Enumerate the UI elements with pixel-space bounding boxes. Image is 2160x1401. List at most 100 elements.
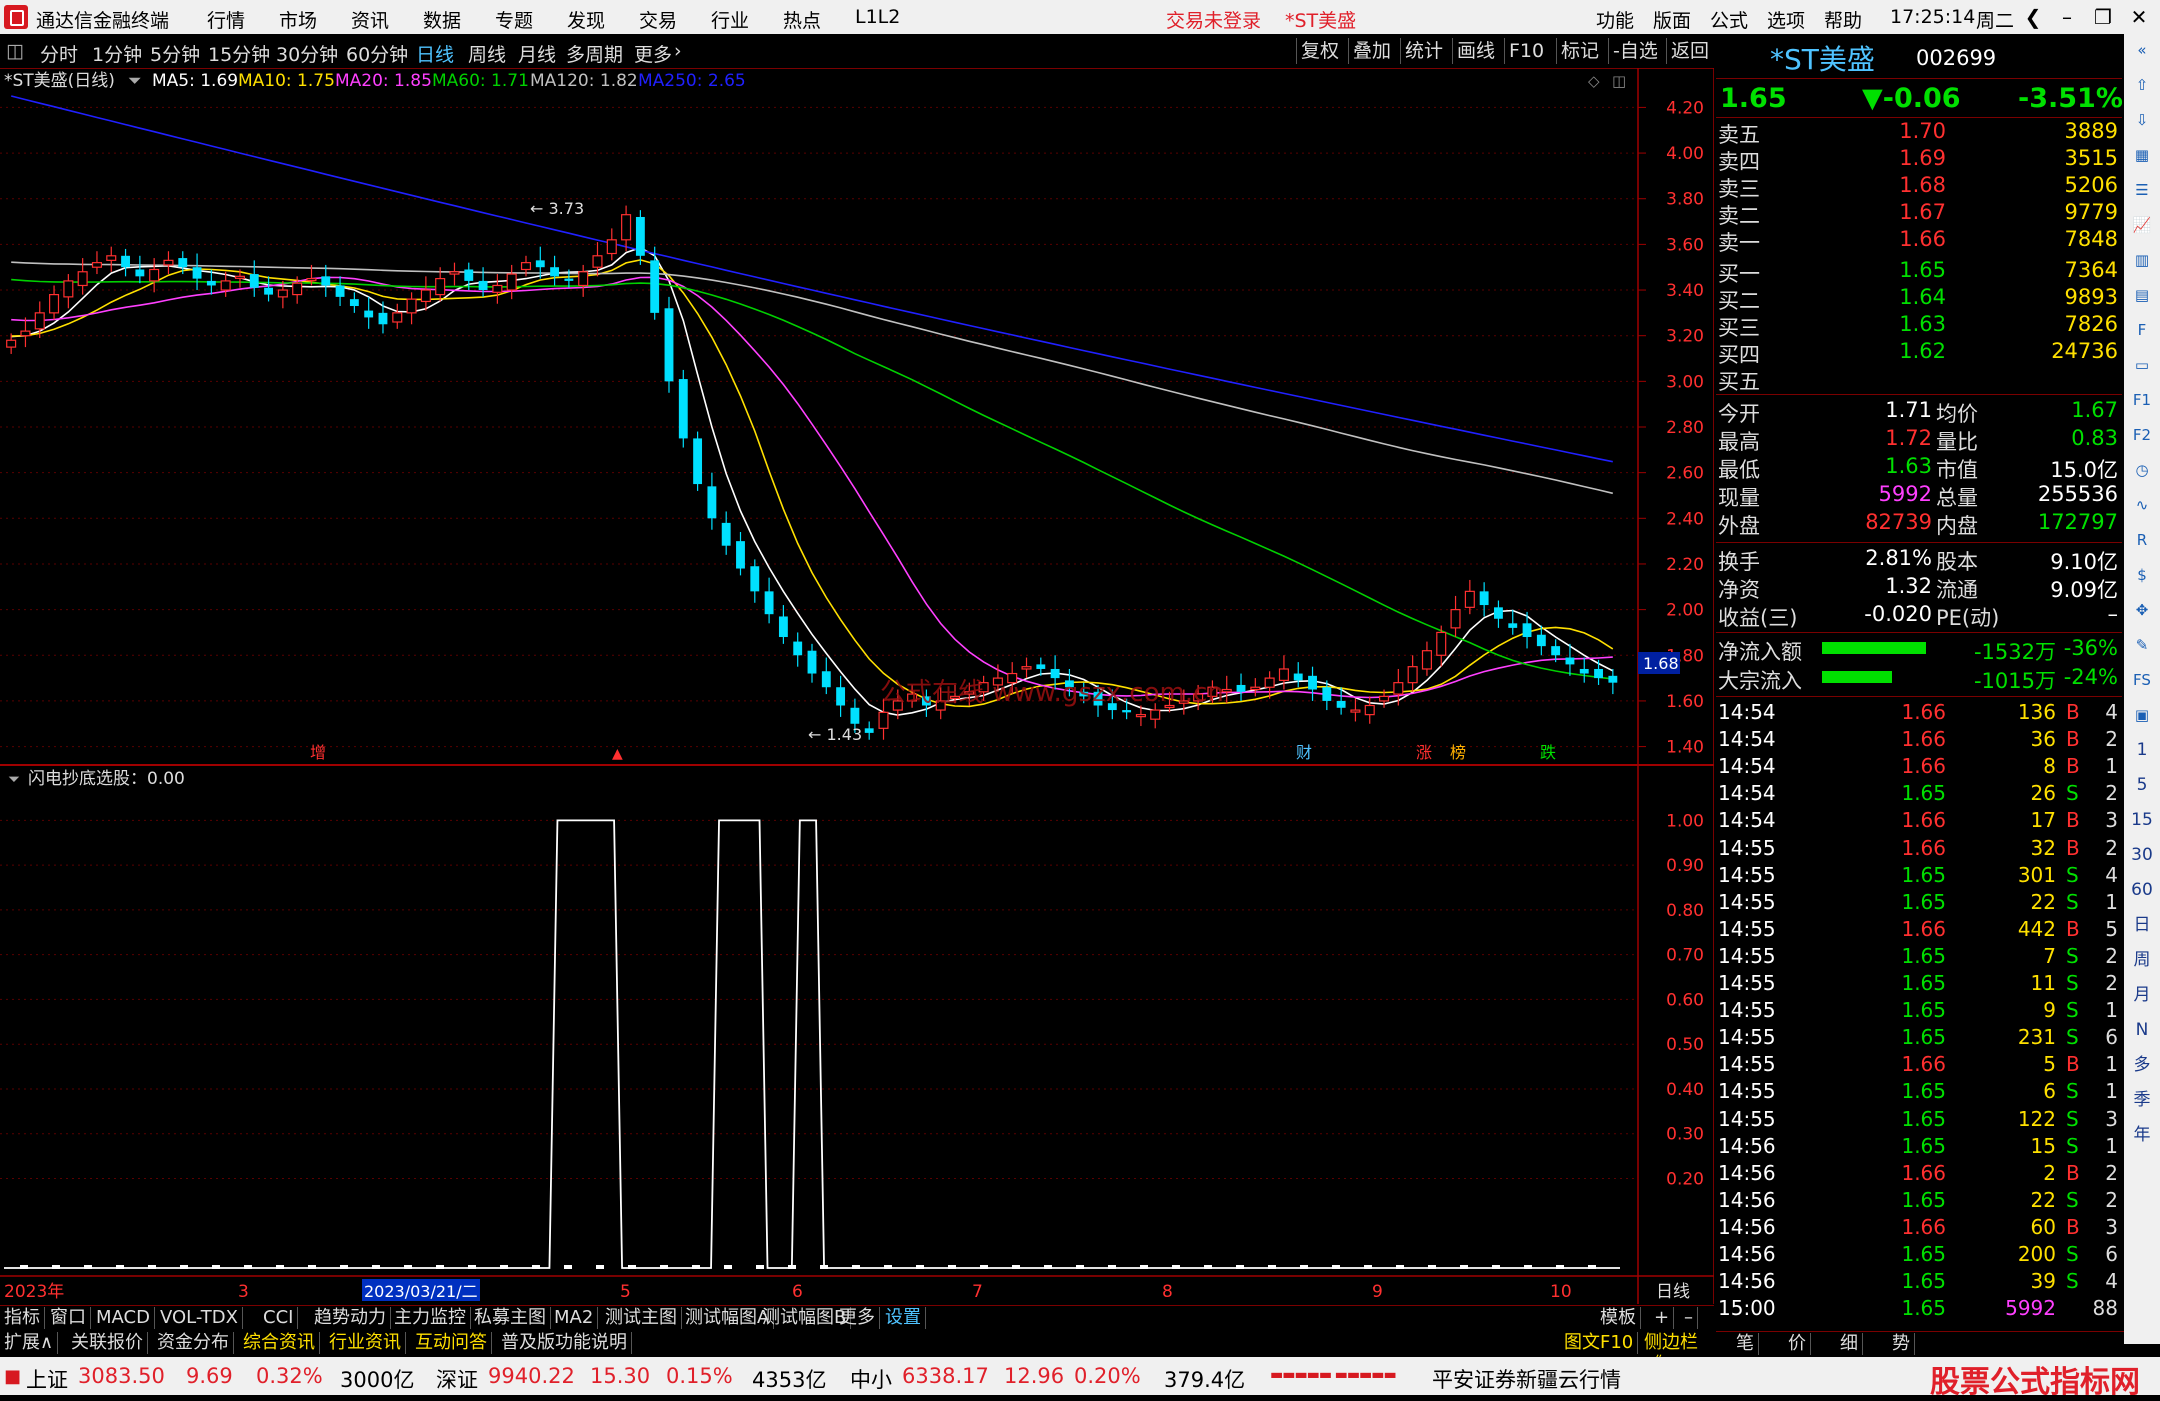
bottom-tab-8[interactable]: MA2 — [550, 1307, 599, 1329]
menu-item-function[interactable]: 功能 — [1596, 6, 1634, 33]
mark-board[interactable]: 榜 — [1450, 743, 1466, 762]
menu-item-l1l2[interactable]: L1L2 — [855, 6, 900, 28]
menu-item-hot[interactable]: 热点 — [783, 6, 821, 33]
bottom-tab-7[interactable]: 私募主图 — [470, 1307, 551, 1329]
mark-fall[interactable]: 跌 — [1540, 743, 1556, 762]
sz-label[interactable]: 深证 — [436, 1364, 478, 1394]
bottom-tab-12[interactable]: 更多 — [835, 1307, 880, 1329]
period-shortcut-28[interactable]: N — [2130, 1018, 2154, 1042]
mark-increase[interactable]: 增 — [310, 743, 326, 762]
zx-label[interactable]: 中小 — [850, 1364, 892, 1394]
adjust-button[interactable]: 复权 — [1296, 38, 1343, 64]
bottom-tab-2[interactable]: MACD — [92, 1307, 155, 1329]
orderbook-row[interactable]: 买四 1.62 24736 — [1716, 338, 2122, 367]
menu-item-market[interactable]: 市场 — [279, 6, 317, 33]
menu-item-help[interactable]: 帮助 — [1824, 6, 1862, 33]
period-shortcut-21[interactable]: 5 — [2130, 773, 2154, 797]
menu-item-discover[interactable]: 发现 — [567, 6, 605, 33]
move-icon[interactable]: ✥ — [2130, 598, 2154, 622]
add-indicator-button[interactable]: + — [1650, 1307, 1675, 1329]
f2-icon[interactable]: F2 — [2130, 423, 2154, 447]
orderbook-row[interactable]: 卖五 1.70 3889 — [1716, 118, 2122, 147]
bottom-tab-3[interactable]: VOL-TDX — [156, 1307, 243, 1329]
restore-icon[interactable]: ❐ — [2086, 3, 2120, 31]
f1-icon[interactable]: F1 — [2130, 388, 2154, 412]
minimize-icon[interactable]: – — [2050, 3, 2084, 31]
mark-finance[interactable]: 财 — [1296, 743, 1312, 762]
period-shortcut-25[interactable]: 日 — [2130, 913, 2154, 937]
bottom-tab-6[interactable]: 主力监控 — [390, 1307, 471, 1329]
layout-icon[interactable]: ▣ — [2130, 703, 2154, 727]
orderbook-row[interactable]: 买二 1.64 9893 — [1716, 284, 2122, 313]
doc-icon[interactable]: ▭ — [2130, 353, 2154, 377]
period-shortcut-27[interactable]: 月 — [2130, 983, 2154, 1007]
fs-icon[interactable]: FS — [2130, 668, 2154, 692]
period-shortcut-23[interactable]: 30 — [2130, 843, 2154, 867]
period-shortcut-20[interactable]: 1 — [2130, 738, 2154, 762]
rsi-icon[interactable]: R — [2130, 528, 2154, 552]
pen-icon[interactable]: ✎ — [2130, 633, 2154, 657]
bottom-tab-0[interactable]: 指标 — [0, 1307, 45, 1329]
bottom-tab-5[interactable]: 趋势动力 — [310, 1307, 391, 1329]
table-icon[interactable]: ▤ — [2130, 283, 2154, 307]
remove-indicator-button[interactable]: – — [1680, 1307, 1698, 1329]
up-icon[interactable]: ⇧ — [2130, 73, 2154, 97]
diamond-icon[interactable]: ◇ — [1588, 72, 1600, 90]
bottom-tab-4[interactable]: CCI — [259, 1307, 299, 1329]
mark-button[interactable]: 标记 — [1556, 38, 1603, 64]
tab-period-30min[interactable]: 30分钟 — [276, 40, 338, 67]
period-shortcut-30[interactable]: 季 — [2130, 1088, 2154, 1112]
quote-tab-1[interactable]: 价 — [1784, 1333, 1811, 1355]
period-shortcut-29[interactable]: 多 — [2130, 1053, 2154, 1077]
quote-tab-3[interactable]: 势 — [1888, 1333, 1915, 1355]
tab-period-intraday[interactable]: 分时 — [40, 40, 78, 67]
wave-icon[interactable]: ∿ — [2130, 493, 2154, 517]
down-icon[interactable]: ⇩ — [2130, 108, 2154, 132]
flow-row[interactable]: 大宗流入 -1015万 -24% — [1716, 664, 2122, 693]
ext-tab-3[interactable]: 综合资讯 — [239, 1332, 320, 1354]
f10-text-button[interactable]: 图文F10 — [1560, 1332, 1639, 1354]
orderbook-row[interactable]: 卖三 1.68 5206 — [1716, 172, 2122, 201]
orderbook-row[interactable]: 卖一 1.66 7848 — [1716, 226, 2122, 255]
period-shortcut-22[interactable]: 15 — [2130, 808, 2154, 832]
ext-tab-6[interactable]: 普及版功能说明 — [497, 1332, 632, 1354]
menu-item-topic[interactable]: 专题 — [495, 6, 533, 33]
tab-period-weekly[interactable]: 周线 — [468, 40, 506, 67]
close-icon[interactable]: ✕ — [2122, 3, 2156, 31]
remove-watchlist-button[interactable]: -自选 — [1608, 38, 1662, 64]
menu-item-layout[interactable]: 版面 — [1653, 6, 1691, 33]
period-shortcut-26[interactable]: 周 — [2130, 948, 2154, 972]
menu-item-trade[interactable]: 交易 — [639, 6, 677, 33]
bottom-tab-13[interactable]: 设置 — [881, 1307, 926, 1329]
collapse-icon[interactable]: « — [2130, 38, 2154, 62]
pane-close-icon[interactable]: ◫ — [1612, 72, 1626, 90]
tab-period-1min[interactable]: 1分钟 — [92, 40, 142, 67]
grid-icon[interactable]: ▦ — [2130, 143, 2154, 167]
legend-dropdown-icon[interactable]: ⏷ — [128, 71, 142, 91]
ext-tab-1[interactable]: 关联报价 — [67, 1332, 148, 1354]
chevron-right-icon[interactable]: › — [674, 40, 682, 62]
kline-icon[interactable]: ▥ — [2130, 248, 2154, 272]
menu-item-quotes[interactable]: 行情 — [207, 6, 245, 33]
ext-tab-2[interactable]: 资金分布 — [153, 1332, 234, 1354]
tab-period-daily[interactable]: 日线 — [416, 40, 454, 67]
tab-period-5min[interactable]: 5分钟 — [150, 40, 200, 67]
tab-period-multi[interactable]: 多周期 — [566, 40, 623, 67]
menu-item-options[interactable]: 选项 — [1767, 6, 1805, 33]
bottom-tab-9[interactable]: 测试主图 — [601, 1307, 682, 1329]
toggle-panel-icon[interactable]: ◫ — [6, 40, 24, 62]
clock-icon[interactable]: ◷ — [2130, 458, 2154, 482]
sh-label[interactable]: 上证 — [26, 1364, 68, 1394]
draw-line-button[interactable]: 画线 — [1452, 38, 1499, 64]
indicator-dropdown-icon[interactable]: ⏷ — [8, 770, 20, 788]
chart-area[interactable]: 4.20 4.00 3.80 3.60 3.40 3.20 3.00 2.80 2.60 2.40… — [0, 68, 1714, 1304]
back-icon[interactable]: ❮ — [2016, 3, 2050, 31]
trade-login-status[interactable]: 交易未登录 — [1166, 6, 1261, 33]
menu-item-news[interactable]: 资讯 — [351, 6, 389, 33]
quote-tab-0[interactable]: 笔 — [1732, 1333, 1759, 1355]
chart-icon[interactable]: 📈 — [2130, 213, 2154, 237]
tab-period-monthly[interactable]: 月线 — [518, 40, 556, 67]
bottom-tab-1[interactable]: 窗口 — [46, 1307, 91, 1329]
orderbook-row[interactable]: 买三 1.63 7826 — [1716, 311, 2122, 340]
orderbook-row[interactable]: 买一 1.65 7364 — [1716, 257, 2122, 286]
